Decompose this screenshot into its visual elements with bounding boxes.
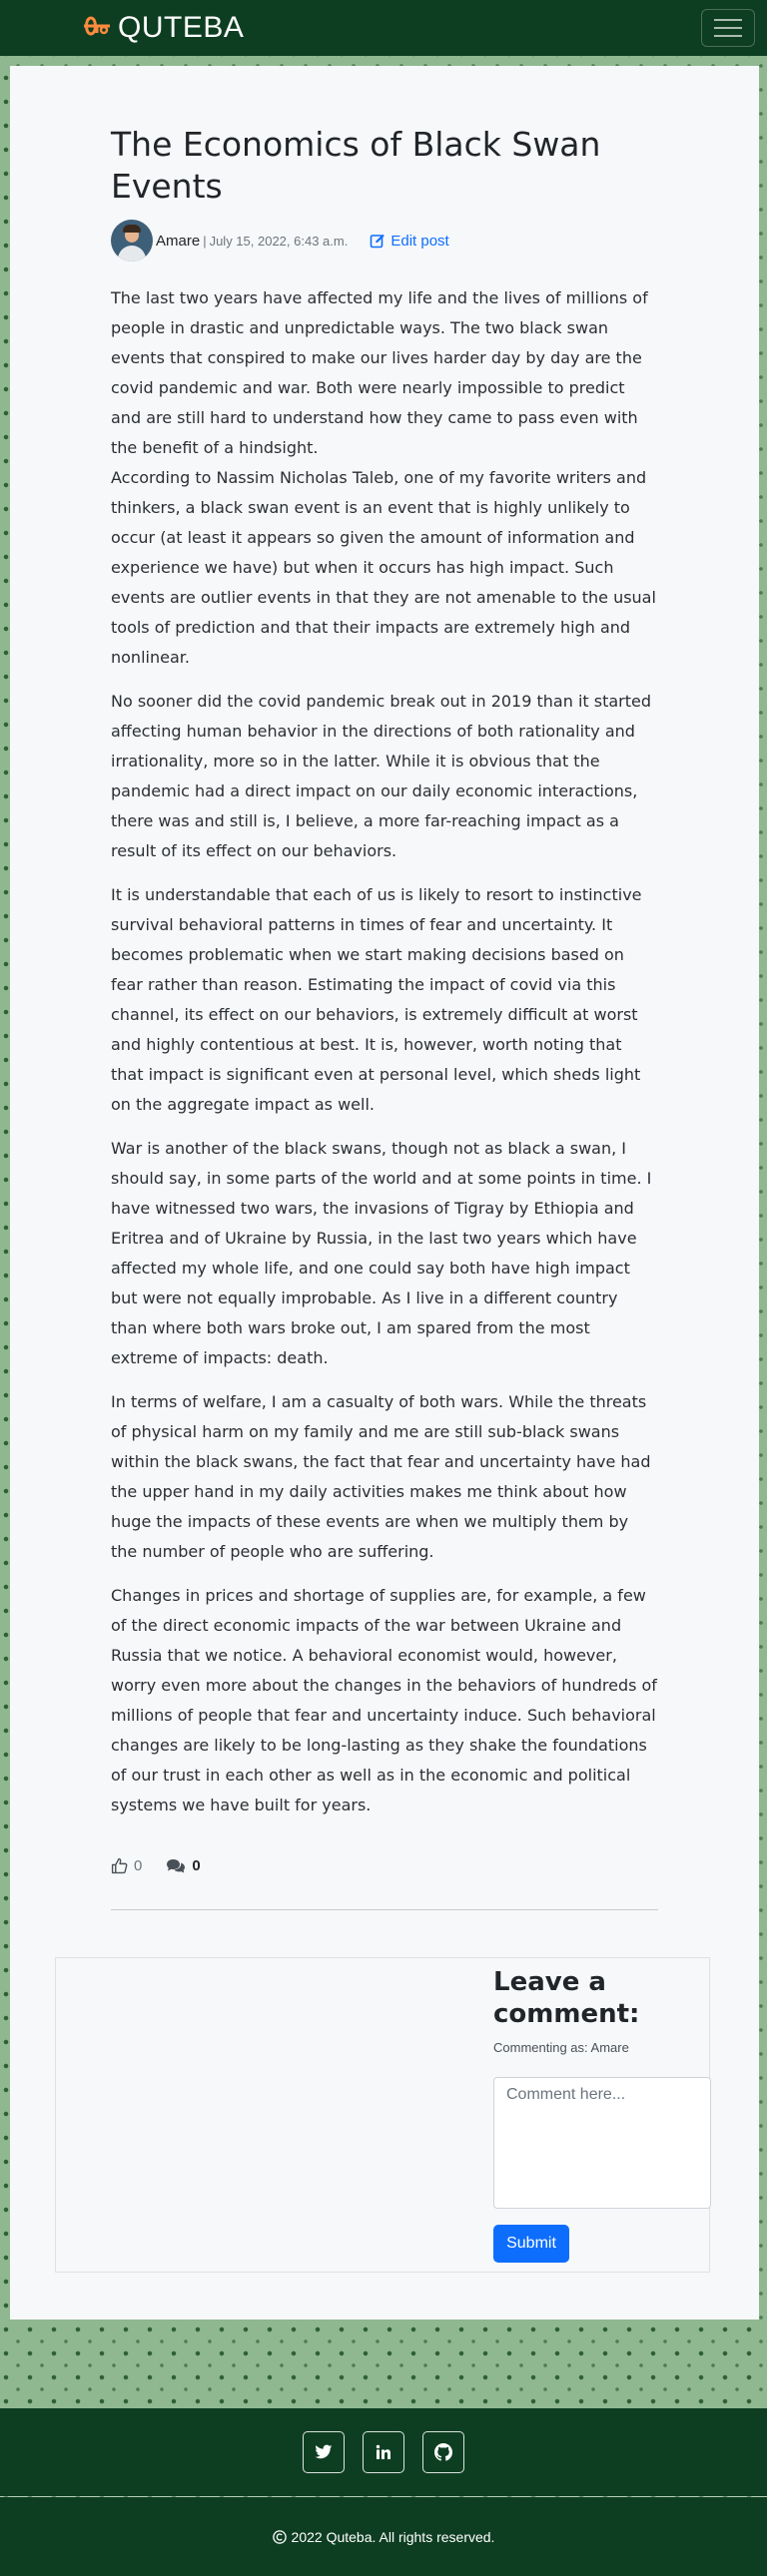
post-date: July 15, 2022, 6:43 a.m. xyxy=(209,233,349,249)
comments-button[interactable]: 0 xyxy=(166,1857,201,1874)
submit-comment-button[interactable]: Submit xyxy=(493,2225,569,2263)
footer-copyright-bar: 2022 Quteba. All rights reserved. xyxy=(0,2497,767,2576)
author-avatar xyxy=(111,220,153,261)
like-button[interactable]: 0 xyxy=(111,1857,142,1874)
twitter-link[interactable] xyxy=(303,2431,345,2473)
comment-textarea[interactable] xyxy=(493,2077,711,2209)
comment-count: 0 xyxy=(192,1857,201,1874)
github-link[interactable] xyxy=(422,2431,464,2473)
twitter-icon xyxy=(315,2444,333,2459)
hamburger-line xyxy=(714,35,742,37)
post-paragraph: Changes in prices and shortage of suppli… xyxy=(111,1586,657,1814)
comment-form-title: Leave a comment: xyxy=(493,1967,640,2029)
post-article: The Economics of Black Swan Events Amare… xyxy=(111,124,658,1834)
brand-name: QUTEBA xyxy=(118,11,245,44)
brand-link[interactable]: QUTEBA xyxy=(82,11,244,45)
linkedin-link[interactable] xyxy=(363,2431,404,2473)
post-paragraph: The last two years have affected my life… xyxy=(111,288,648,457)
linkedin-icon xyxy=(376,2444,390,2459)
comment-form: Leave a comment: Commenting as: Amare Su… xyxy=(493,1966,711,2263)
edit-post-link[interactable]: Edit post xyxy=(370,232,449,250)
post-paragraph: It is understandable that each of us is … xyxy=(111,885,642,1114)
post-paragraph: According to Nassim Nicholas Taleb, one … xyxy=(111,468,656,667)
quteba-logo-icon xyxy=(82,15,112,41)
edit-post-label: Edit post xyxy=(390,232,449,250)
copyright-icon xyxy=(272,2529,287,2544)
like-count: 0 xyxy=(134,1857,143,1874)
post-title: The Economics of Black Swan Events xyxy=(111,125,601,206)
hamburger-line xyxy=(714,27,742,29)
edit-icon xyxy=(371,234,385,249)
top-navbar: QUTEBA xyxy=(0,0,767,56)
reactions-divider xyxy=(111,1909,658,1910)
thumbs-up-icon xyxy=(111,1857,128,1874)
hamburger-menu-button[interactable] xyxy=(701,9,755,47)
avatar-shoulders xyxy=(118,246,146,261)
commenting-as-label: Commenting as: Amare xyxy=(493,2040,629,2055)
hamburger-menu-icon xyxy=(714,19,742,21)
comments-icon xyxy=(167,1859,186,1873)
post-paragraph: In terms of welfare, I am a casualty of … xyxy=(111,1392,651,1561)
avatar-hair xyxy=(123,225,141,233)
comment-section: Leave a comment: Commenting as: Amare Su… xyxy=(55,1957,711,2273)
github-icon xyxy=(434,2443,452,2461)
meta-separator: | xyxy=(203,233,207,249)
copyright-text: 2022 Quteba. All rights reserved. xyxy=(291,2528,495,2545)
post-card: The Economics of Black Swan Events Amare… xyxy=(10,66,759,2319)
post-reactions: 0 0 xyxy=(111,1857,201,1874)
post-paragraph: War is another of the black swans, thoug… xyxy=(111,1139,652,1367)
author-name[interactable]: Amare xyxy=(156,233,200,250)
post-body: The last two years have affected my life… xyxy=(111,283,658,1820)
footer-social-bar xyxy=(0,2408,767,2496)
post-paragraph: No sooner did the covid pandemic break o… xyxy=(111,692,652,860)
post-meta: Amare | July 15, 2022, 6:43 a.m. Edit po… xyxy=(111,218,658,263)
